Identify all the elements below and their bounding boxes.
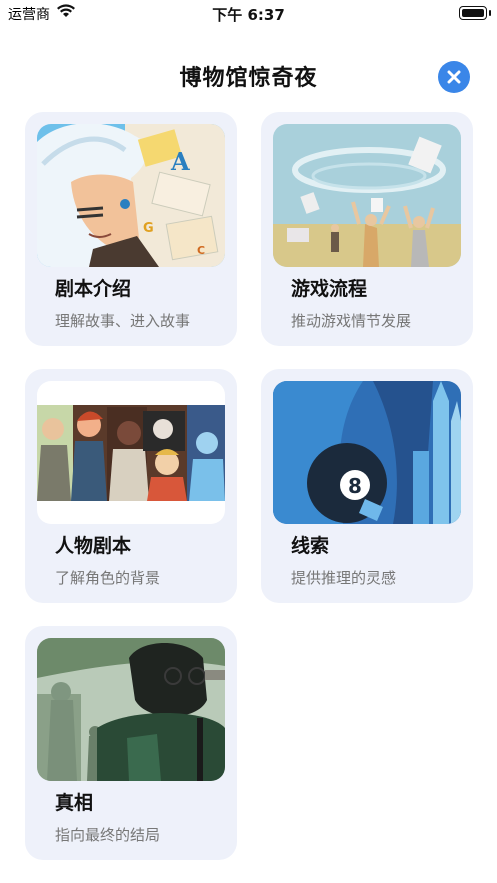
character-scripts-illustration: [37, 381, 225, 524]
card-game-flow-title: 游戏流程: [291, 278, 368, 300]
card-clues[interactable]: 8 线索 提供推理的灵感: [261, 369, 473, 603]
battery-icon: [459, 6, 491, 20]
game-flow-illustration: [273, 124, 461, 267]
ball-number: 8: [348, 474, 362, 498]
clues-illustration: 8: [273, 381, 461, 524]
truth-illustration: [37, 638, 225, 781]
page-title: 博物馆惊奇夜: [179, 66, 318, 91]
card-character-scripts-desc: 了解角色的背景: [55, 569, 161, 587]
close-button[interactable]: [438, 61, 470, 93]
status-bar: 运营商 下午 6:37: [0, 0, 497, 28]
card-script-intro[interactable]: A G C 剧本介绍 理解故事、进入故事: [25, 112, 237, 346]
card-clues-desc: 提供推理的灵感: [291, 569, 397, 587]
card-game-flow[interactable]: 游戏流程 推动游戏情节发展: [261, 112, 473, 346]
card-clues-title: 线索: [291, 535, 330, 557]
close-icon: [447, 70, 461, 84]
letter-g-glyph: G: [143, 221, 154, 236]
card-script-intro-title: 剧本介绍: [55, 278, 132, 300]
card-game-flow-desc: 推动游戏情节发展: [291, 312, 412, 330]
card-character-scripts-title: 人物剧本: [55, 535, 132, 557]
card-truth-desc: 指向最终的结局: [55, 826, 161, 844]
card-character-scripts[interactable]: 人物剧本 了解角色的背景: [25, 369, 237, 603]
card-script-intro-desc: 理解故事、进入故事: [55, 312, 191, 330]
letter-a-glyph: A: [170, 147, 190, 176]
letter-c-glyph: C: [197, 244, 205, 257]
script-intro-illustration: A G C: [37, 124, 225, 267]
clock: 下午 6:37: [212, 6, 285, 24]
card-truth[interactable]: 真相 指向最终的结局: [25, 626, 237, 860]
card-truth-title: 真相: [55, 792, 94, 814]
